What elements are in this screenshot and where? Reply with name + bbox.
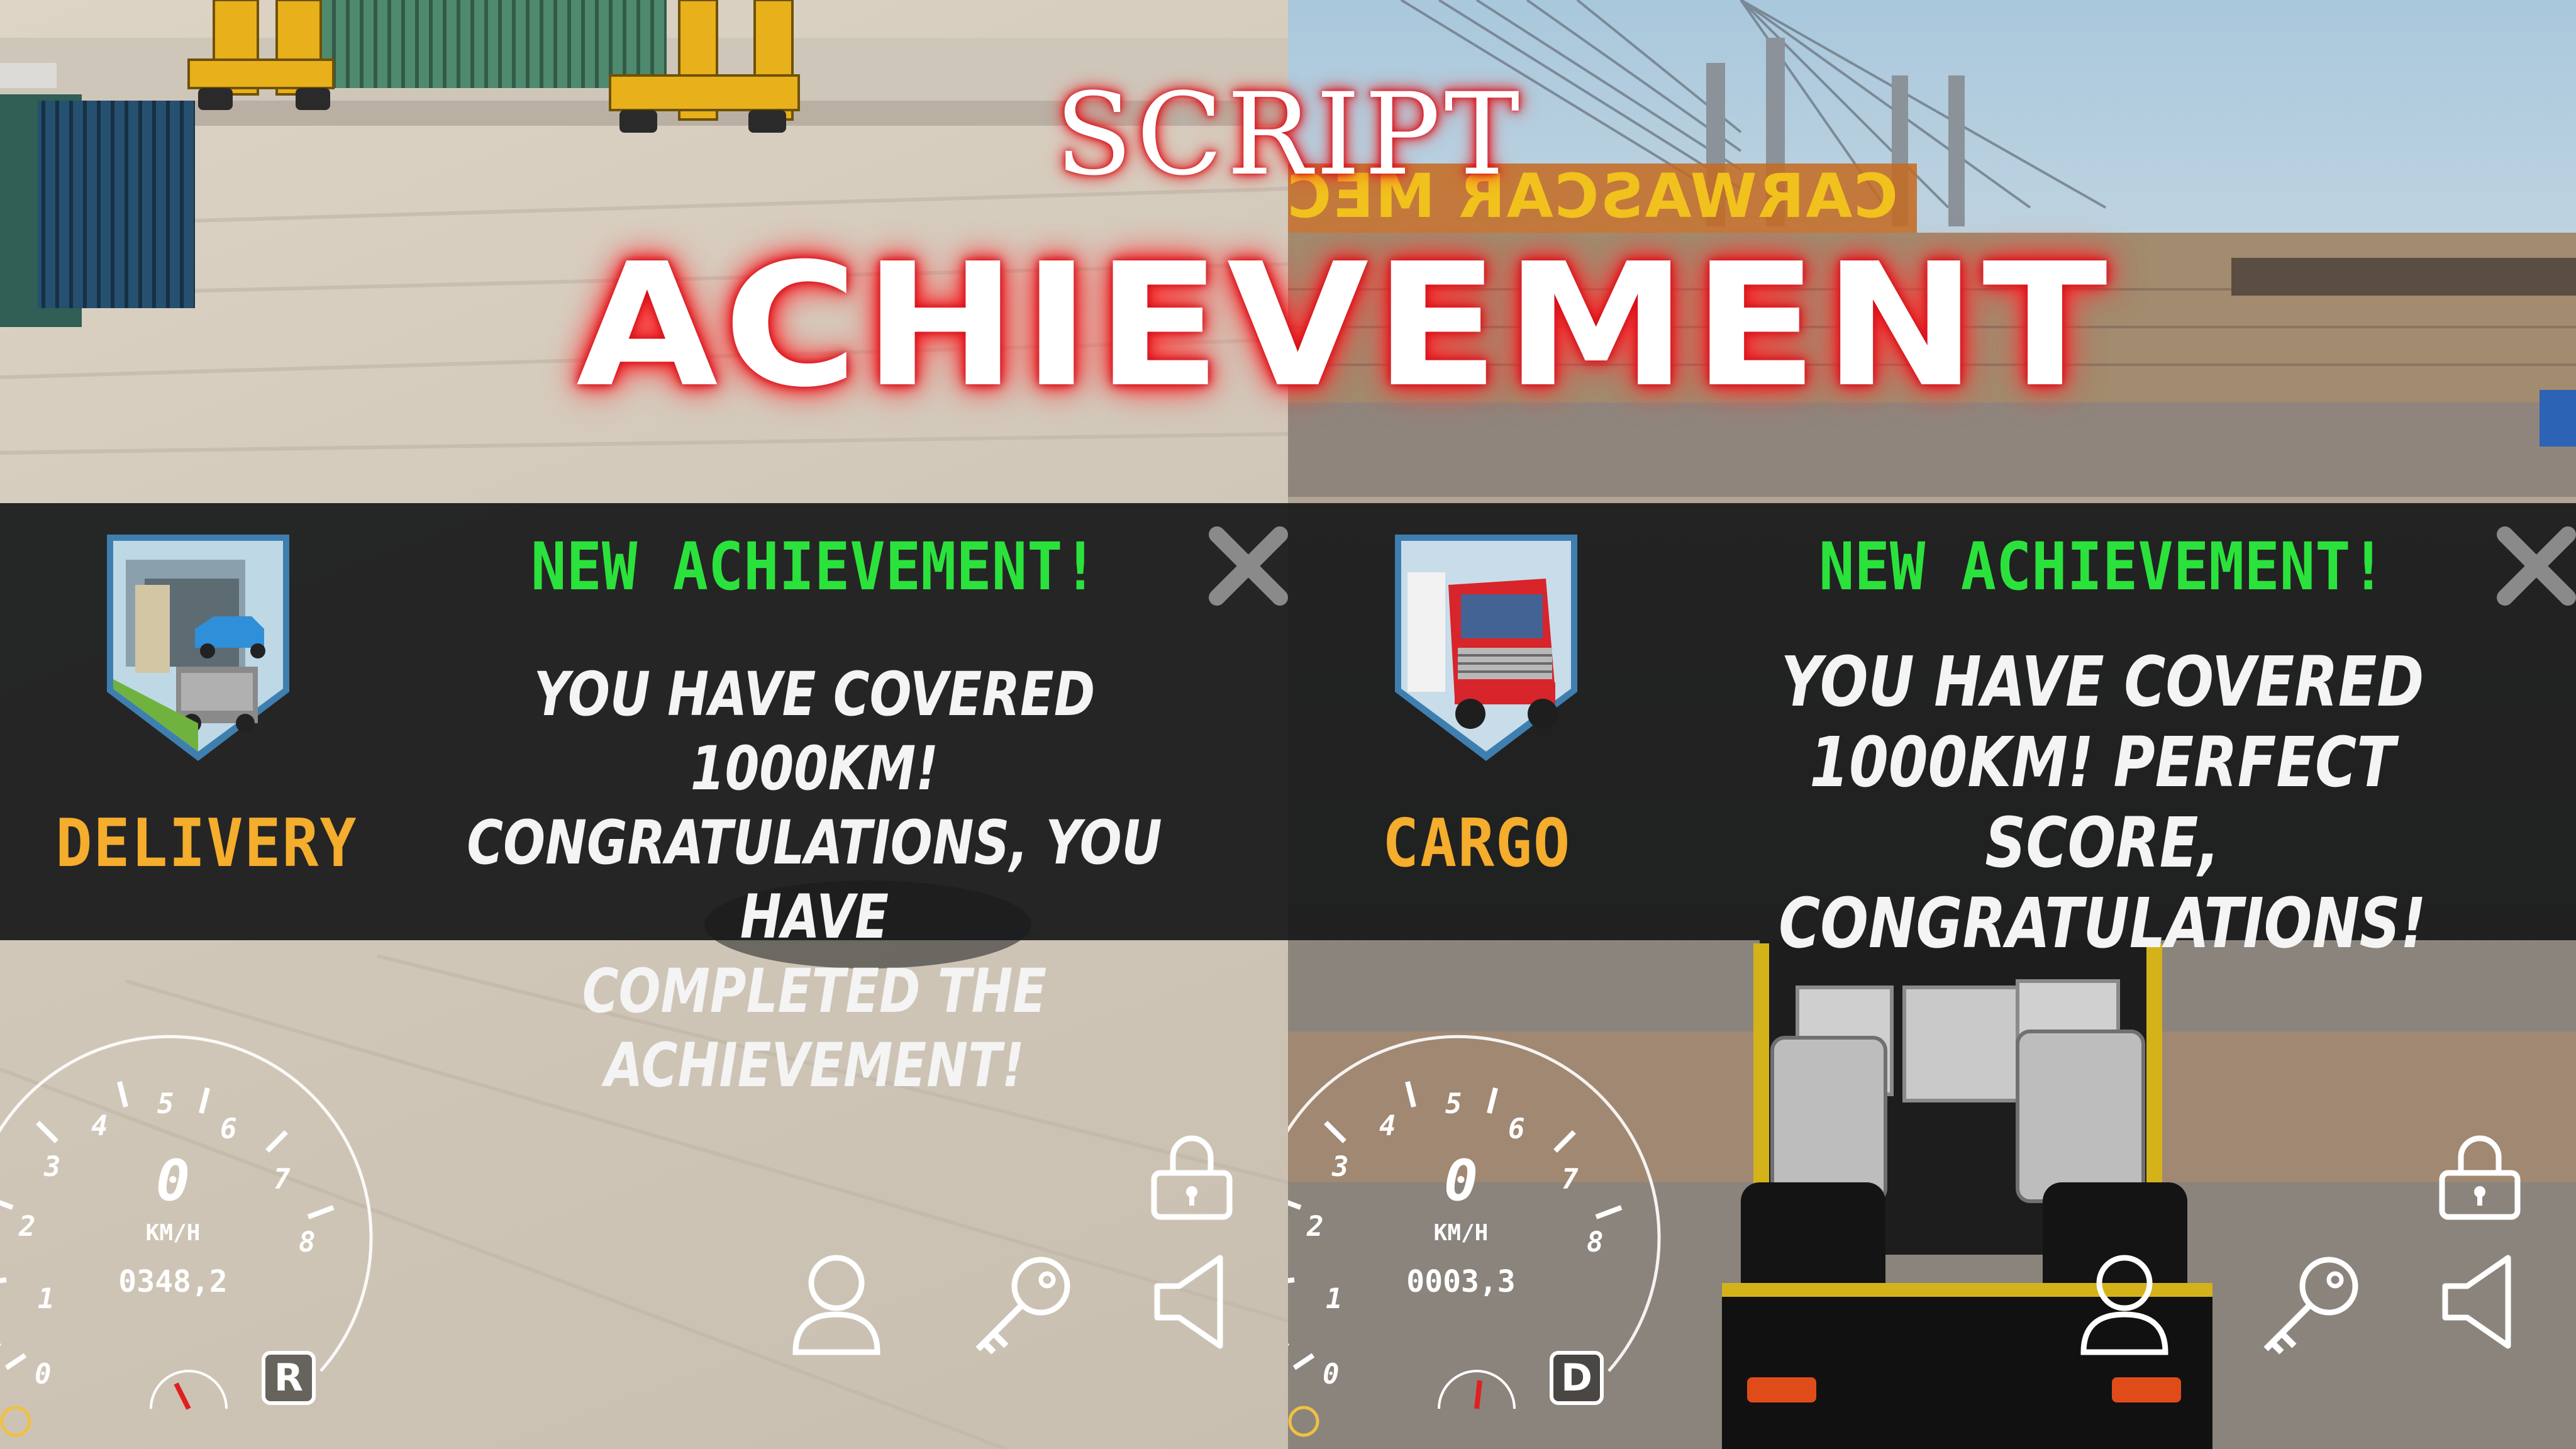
odometer: 0003,3 <box>1406 1264 1516 1299</box>
message-line: 1000KM! PERFECT SCORE, <box>1809 722 2396 883</box>
gear-indicator[interactable]: R <box>262 1351 316 1405</box>
odometer: 0348,2 <box>118 1264 228 1299</box>
lock-icon[interactable] <box>1145 1129 1239 1223</box>
gauge-tick-label: 0 <box>35 1358 52 1391</box>
horn-icon[interactable] <box>1145 1252 1239 1352</box>
gauge-tick-label: 4 <box>1379 1110 1396 1142</box>
key-icon[interactable] <box>965 1252 1079 1358</box>
speed-unit: KM/H <box>1433 1220 1489 1246</box>
achievement-title: NEW ACHIEVEMENT! <box>531 528 1098 605</box>
driver-icon[interactable] <box>789 1252 884 1358</box>
horn-icon[interactable] <box>2433 1252 2527 1352</box>
gauge-tick-label: 8 <box>299 1226 316 1258</box>
message-line: YOU HAVE COVERED 1000KM! <box>533 659 1096 804</box>
badge-label: CARGO <box>1382 805 1571 882</box>
cargo-badge-icon <box>1395 535 1577 761</box>
gauge-tick-label: 6 <box>220 1113 237 1145</box>
carwash-sign: CARWASCAR MECHA <box>1288 161 1898 231</box>
speed-readout: 0 <box>155 1148 191 1214</box>
message-line: YOU HAVE COVERED <box>1780 641 2424 722</box>
gear-indicator[interactable]: D <box>1550 1351 1604 1405</box>
truck-chassis <box>1722 940 2212 1449</box>
right-game-screen: CARWASCAR MECHA <box>1288 0 2576 1449</box>
achievement-message: YOU HAVE COVERED 1000KM! PERFECT SCORE, … <box>1755 641 2451 963</box>
speed-readout: 0 <box>1443 1148 1479 1214</box>
gauge-tick-label: 0 <box>1323 1358 1340 1391</box>
gauge-tick-label: 1 <box>38 1283 55 1315</box>
left-game-screen: DELIVERY NEW ACHIEVEMENT! YOU HAVE COVER… <box>0 0 1288 1449</box>
message-line: COMPLETED THE ACHIEVEMENT! <box>582 956 1047 1101</box>
gauge-tick-label: 7 <box>274 1163 291 1196</box>
speed-unit: KM/H <box>145 1220 201 1246</box>
gauge-tick-label: 8 <box>1587 1226 1604 1258</box>
close-icon[interactable] <box>2492 522 2576 610</box>
achievement-title: NEW ACHIEVEMENT! <box>1819 528 2386 605</box>
gauge-tick-label: 6 <box>1508 1113 1525 1145</box>
delivery-badge-icon <box>107 535 289 761</box>
message-line: CONGRATULATIONS, YOU HAVE <box>467 808 1162 952</box>
gauge-tick-label: 5 <box>1445 1088 1462 1120</box>
gauge-tick-label: 7 <box>1562 1163 1579 1196</box>
key-icon[interactable] <box>2253 1252 2367 1358</box>
gauge-tick-label: 1 <box>1326 1283 1343 1315</box>
gauge-tick-label: 3 <box>1331 1151 1349 1183</box>
achievement-message: YOU HAVE COVERED 1000KM! CONGRATULATIONS… <box>467 657 1163 1102</box>
gauge-tick-label: 5 <box>157 1088 174 1120</box>
badge-label: DELIVERY <box>55 805 358 882</box>
message-line: CONGRATULATIONS! <box>1779 883 2426 963</box>
gauge-tick-label: 2 <box>18 1211 36 1243</box>
gauge-tick-label: 2 <box>1306 1211 1324 1243</box>
driver-icon[interactable] <box>2077 1252 2172 1358</box>
gauge-tick-label: 4 <box>91 1110 108 1142</box>
close-icon[interactable] <box>1204 522 1288 610</box>
gauge-tick-label: 3 <box>43 1151 61 1183</box>
lock-icon[interactable] <box>2433 1129 2527 1223</box>
